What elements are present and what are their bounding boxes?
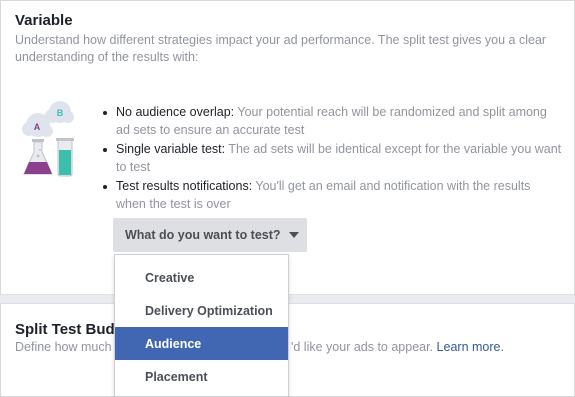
bubble-b-icon: B [45, 101, 74, 123]
section-title: Variable [15, 12, 73, 29]
test-variable-dropdown[interactable]: What do you want to test? [113, 218, 307, 252]
science-flasks-icon: B A [22, 101, 74, 177]
section-description: Understand how different strategies impa… [15, 33, 547, 64]
dropdown-label: What do you want to test? [125, 228, 281, 242]
budget-description-text: 'd like your ads to appear. [291, 340, 434, 354]
feature-list: No audience overlap: Your potential reac… [101, 104, 563, 215]
caret-down-icon [288, 232, 299, 238]
menu-item-audience[interactable]: Audience [115, 327, 288, 360]
menu-item-placement[interactable]: Placement [115, 360, 288, 393]
bullet-heading: Single variable test: [116, 142, 226, 156]
bubble-b-label: B [57, 108, 64, 118]
test-variable-menu: Creative Delivery Optimization Audience … [114, 254, 289, 397]
menu-item-creative[interactable]: Creative [115, 261, 288, 294]
list-item: No audience overlap: Your potential reac… [101, 104, 563, 139]
bullet-heading: No audience overlap: [116, 105, 235, 119]
learn-more-link[interactable]: Learn more. [437, 340, 504, 354]
section-title: Split Test Budg [15, 321, 124, 338]
bubble-a-label: A [34, 122, 41, 132]
list-item: Single variable test: The ad sets will b… [101, 141, 563, 176]
bullet-heading: Test results notifications: [116, 179, 253, 193]
list-item: Test results notifications: You'll get a… [101, 178, 563, 213]
menu-item-delivery-optimization[interactable]: Delivery Optimization [115, 294, 288, 327]
budget-description-start: Define how much y [15, 340, 122, 354]
budget-description-end: 'd like your ads to appear. Learn more. [291, 340, 504, 354]
